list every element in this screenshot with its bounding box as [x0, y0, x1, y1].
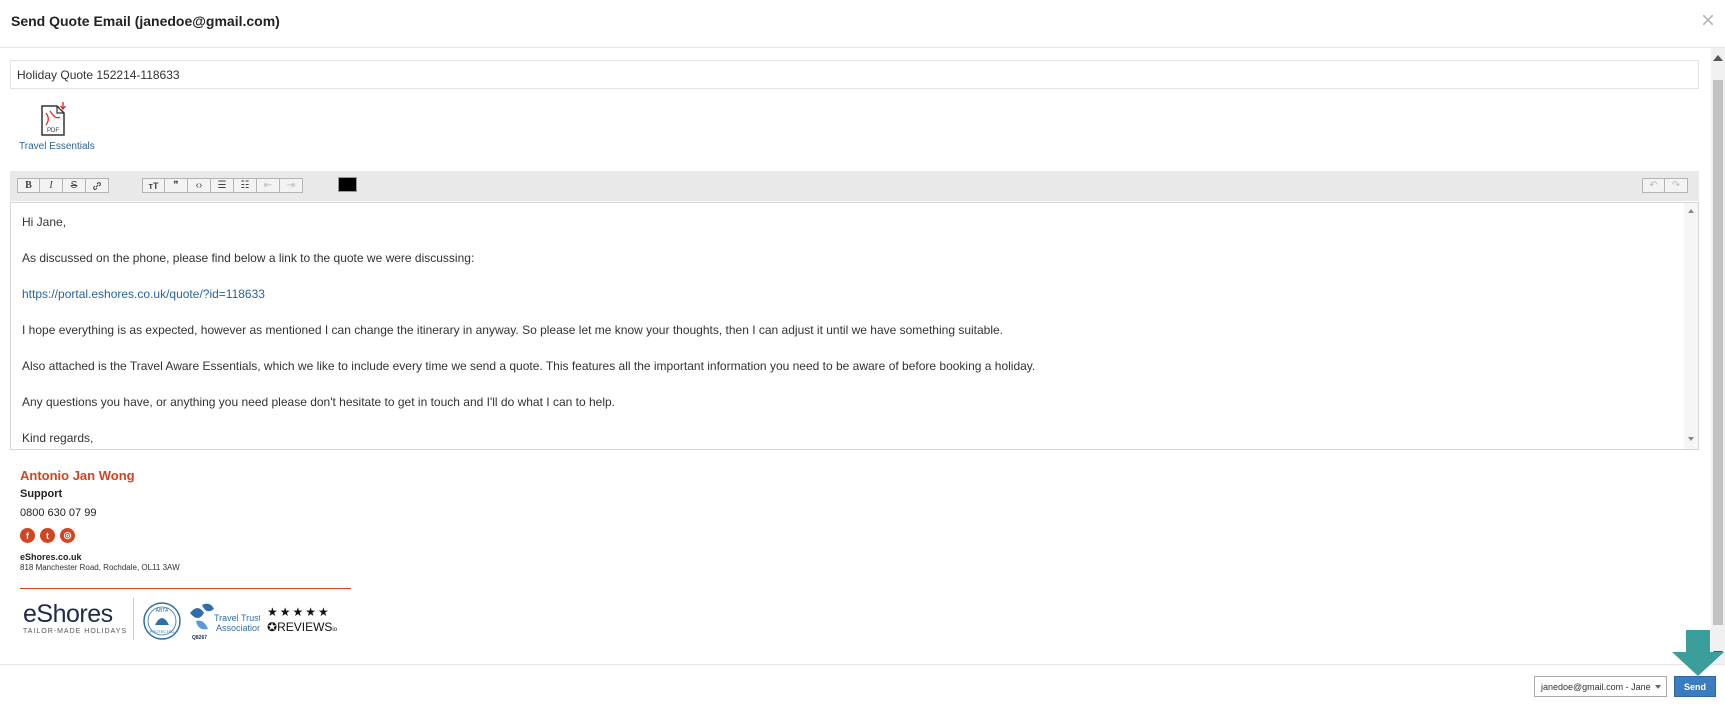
- signature-role: Support: [20, 488, 63, 500]
- bold-button[interactable]: B: [17, 178, 40, 193]
- italic-button[interactable]: I: [40, 178, 63, 193]
- dialog-title: Send Quote Email (janedoe@gmail.com): [11, 13, 280, 29]
- twitter-icon[interactable]: t: [40, 528, 55, 543]
- close-icon[interactable]: ×: [1701, 9, 1715, 33]
- quote-icon: ❞: [173, 180, 179, 191]
- heading-icon: тT: [148, 180, 159, 191]
- quote-link[interactable]: https://portal.eshores.co.uk/quote/?id=1…: [22, 287, 265, 301]
- numbered-list-button[interactable]: ☷: [234, 178, 257, 193]
- dialog-body: PDF Travel Essentials B I S тT ❞ ‹› ☰ ☷ …: [0, 48, 1711, 664]
- numbered-list-icon: ☷: [240, 180, 250, 191]
- instagram-icon[interactable]: ◎: [60, 528, 75, 543]
- bullet-list-button[interactable]: ☰: [211, 178, 234, 193]
- from-address-value: janedoe@gmail.com - Jane: [1541, 682, 1651, 692]
- travel-trust-association-logo: Q8267 Travel Trust Association: [190, 603, 260, 641]
- eshores-logo: eShores TAILOR-MADE HOLIDAYS: [23, 600, 128, 635]
- reviews-star-icon: ✪: [267, 620, 278, 634]
- scroll-up-icon[interactable]: [1688, 209, 1694, 213]
- link-icon: [93, 181, 101, 190]
- undo-button[interactable]: ↶: [1642, 178, 1665, 193]
- facebook-icon[interactable]: f: [20, 528, 35, 543]
- redo-button[interactable]: ↷: [1665, 178, 1688, 193]
- subject-input[interactable]: [10, 60, 1699, 89]
- code-button[interactable]: ‹›: [188, 178, 211, 193]
- social-links: f t ◎: [20, 528, 360, 543]
- svg-text:Association: Association: [216, 623, 260, 633]
- dialog-scrollbar[interactable]: [1711, 48, 1725, 664]
- svg-text:Travel Trust: Travel Trust: [214, 613, 260, 623]
- strikethrough-button[interactable]: S: [63, 178, 86, 193]
- body-paragraph: Any questions you have, or anything you …: [22, 395, 615, 409]
- code-icon: ‹›: [195, 180, 203, 191]
- send-button[interactable]: Send: [1674, 676, 1716, 697]
- dialog-footer: janedoe@gmail.com - Jane Send: [0, 664, 1725, 710]
- heading-button[interactable]: тT: [142, 178, 165, 193]
- body-paragraph: Also attached is the Travel Aware Essent…: [22, 359, 1036, 373]
- history-group: ↶ ↷: [1642, 178, 1688, 193]
- signature-address: 818 Manchester Road, Rochdale, OL11 3AW: [20, 563, 180, 572]
- undo-icon: ↶: [1649, 180, 1658, 191]
- signature-company: eShores.co.uk: [20, 552, 82, 562]
- email-body-editor[interactable]: Hi Jane, As discussed on the phone, plea…: [10, 202, 1699, 450]
- closing-text: Kind regards,: [22, 431, 94, 445]
- editor-toolbar: B I S тT ❞ ‹› ☰ ☷ ⇤ ⇥ ↶ ↷: [10, 171, 1699, 201]
- svg-text:Q8267: Q8267: [192, 635, 207, 641]
- strikethrough-icon: S: [70, 180, 78, 191]
- pdf-file-icon[interactable]: PDF: [40, 102, 67, 138]
- scroll-up-icon[interactable]: [1713, 55, 1723, 61]
- scrollbar-thumb[interactable]: [1713, 80, 1723, 625]
- redo-icon: ↷: [1671, 180, 1681, 191]
- logo-divider: [133, 598, 134, 640]
- bullet-list-icon: ☰: [217, 180, 227, 191]
- italic-icon: I: [49, 180, 53, 191]
- signature-name: Antonio Jan Wong: [20, 468, 135, 483]
- pdf-icon-label: PDF: [47, 128, 59, 134]
- accreditation-logos: eShores TAILOR-MADE HOLIDAYS ABTA PROTEC…: [20, 595, 351, 650]
- editor-scrollbar[interactable]: [1684, 203, 1698, 449]
- scroll-down-icon[interactable]: [1688, 437, 1694, 441]
- chevron-down-icon: [1655, 685, 1661, 689]
- email-signature: Antonio Jan Wong Support 0800 630 07 99 …: [20, 468, 360, 650]
- attachment[interactable]: PDF Travel Essentials: [19, 102, 119, 152]
- outdent-icon: ⇤: [263, 180, 273, 191]
- block-format-group: тT ❞ ‹› ☰ ☷ ⇤ ⇥: [142, 178, 303, 193]
- svg-text:PROTECTED: PROTECTED: [150, 629, 175, 634]
- svg-text:ABTA: ABTA: [156, 608, 169, 614]
- signature-divider: [20, 588, 351, 589]
- body-paragraph: I hope everything is as expected, howeve…: [22, 323, 1004, 337]
- dialog-header: Send Quote Email (janedoe@gmail.com) ×: [0, 0, 1725, 48]
- bold-icon: B: [25, 180, 32, 191]
- star-rating: ★★★★★: [267, 605, 331, 619]
- link-button[interactable]: [86, 178, 109, 193]
- abta-logo: ABTA PROTECTED: [143, 602, 181, 640]
- quote-button[interactable]: ❞: [165, 178, 188, 193]
- outdent-button[interactable]: ⇤: [257, 178, 280, 193]
- inline-format-group: B I S: [17, 178, 109, 193]
- editor-content[interactable]: Hi Jane, As discussed on the phone, plea…: [22, 214, 1662, 449]
- attachment-link[interactable]: Travel Essentials: [19, 141, 119, 152]
- greeting-text: Hi Jane,: [22, 215, 67, 229]
- arrow-down-icon: [1672, 630, 1724, 676]
- reviews-logo: ★★★★★ ✪REVIEWSio: [267, 605, 351, 634]
- signature-phone: 0800 630 07 99: [20, 507, 97, 519]
- text-color-button[interactable]: [338, 177, 357, 192]
- indent-icon: ⇥: [286, 180, 296, 191]
- from-address-select[interactable]: janedoe@gmail.com - Jane: [1534, 676, 1667, 697]
- indent-button[interactable]: ⇥: [280, 178, 303, 193]
- body-paragraph: As discussed on the phone, please find b…: [22, 251, 475, 265]
